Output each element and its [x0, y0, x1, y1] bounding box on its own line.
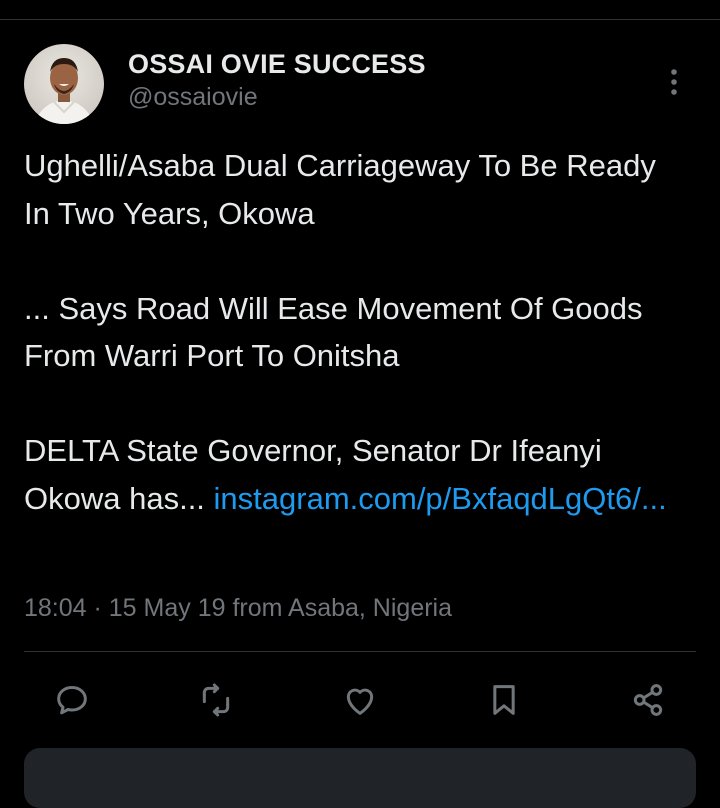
top-divider [0, 19, 720, 20]
display-name[interactable]: OSSAI OVIE SUCCESS [128, 48, 426, 80]
actions-divider [24, 651, 696, 652]
reply-composer[interactable] [24, 748, 696, 808]
tweet-text: Ughelli/Asaba Dual Carriageway To Be Rea… [24, 142, 684, 522]
tweet-headline: Ughelli/Asaba Dual Carriageway To Be Rea… [24, 148, 656, 231]
tweet-actions [0, 678, 720, 722]
comment-icon [57, 686, 87, 715]
more-options-button[interactable] [658, 62, 690, 102]
heart-icon [346, 688, 374, 715]
bookmark-button[interactable] [482, 678, 526, 722]
like-button[interactable] [338, 678, 382, 722]
tweet-paragraph: DELTA State Governor, Senator Dr Ifeanyi… [24, 427, 684, 522]
share-button[interactable] [626, 678, 670, 722]
more-vertical-icon [671, 69, 677, 95]
tweet-timestamp[interactable]: 18:04 · 15 May 19 from Asaba, Nigeria [24, 590, 452, 626]
tweet-header: OSSAI OVIE SUCCESS @ossaiovie [24, 44, 700, 124]
retweet-icon [202, 683, 230, 717]
tweet-subheadline: ... Says Road Will Ease Movement Of Good… [24, 290, 643, 374]
tweet-link[interactable]: instagram.com/p/BxfaqdLgQt6/... [214, 481, 667, 516]
share-icon [633, 684, 663, 716]
reply-button[interactable] [50, 678, 94, 722]
user-handle[interactable]: @ossaiovie [128, 80, 426, 114]
user-info[interactable]: OSSAI OVIE SUCCESS @ossaiovie [128, 48, 426, 114]
avatar[interactable] [24, 44, 104, 124]
bookmark-icon [493, 685, 515, 715]
retweet-button[interactable] [194, 678, 238, 722]
